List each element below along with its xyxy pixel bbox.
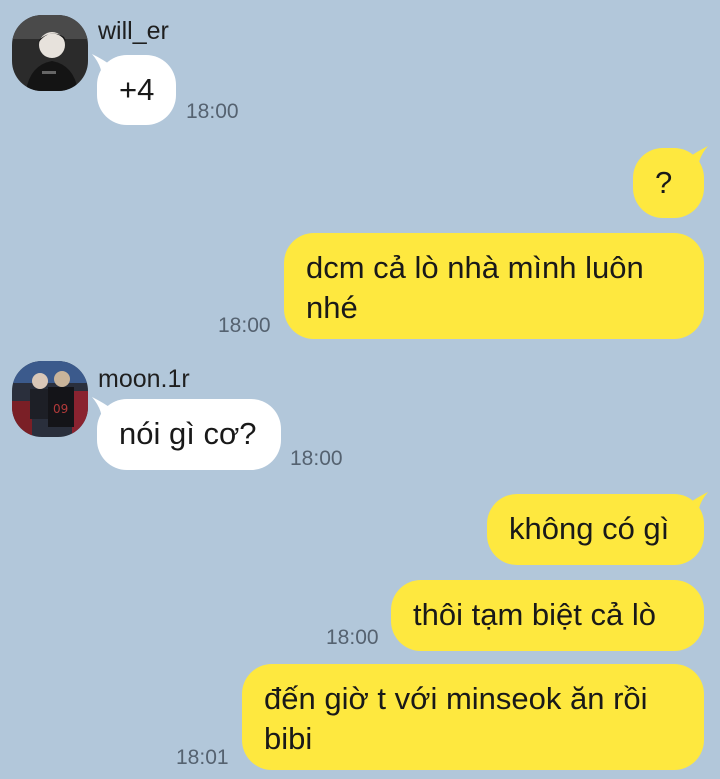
sender-name: will_er bbox=[98, 17, 169, 45]
svg-text:09: 09 bbox=[53, 402, 68, 416]
message-text-line: bibi bbox=[264, 721, 313, 756]
message-bubble[interactable]: +4 bbox=[97, 55, 176, 125]
message-timestamp: 18:00 bbox=[218, 314, 271, 337]
message-timestamp: 18:00 bbox=[290, 447, 343, 470]
message-bubble[interactable]: ? bbox=[633, 148, 704, 218]
message-text-line: dcm cả lò nhà mình luôn bbox=[306, 250, 644, 285]
message-bubble[interactable]: thôi tạm biệt cả lò bbox=[391, 580, 704, 651]
message-text-line: đến giờ t với minseok ăn rồi bbox=[264, 681, 648, 716]
message-bubble[interactable]: nói gì cơ? bbox=[97, 399, 281, 470]
message-timestamp: 18:00 bbox=[326, 626, 379, 649]
message-bubble[interactable]: dcm cả lò nhà mình luôn nhé bbox=[284, 233, 704, 339]
message-bubble[interactable]: đến giờ t với minseok ăn rồi bibi bbox=[242, 664, 704, 770]
message-text: nói gì cơ? bbox=[119, 416, 257, 451]
message-text: thôi tạm biệt cả lò bbox=[413, 597, 656, 632]
message-timestamp: 18:00 bbox=[186, 100, 239, 123]
message-bubble[interactable]: không có gì bbox=[487, 494, 704, 565]
avatar[interactable] bbox=[12, 15, 88, 91]
message-text: không có gì bbox=[509, 511, 670, 546]
message-timestamp: 18:01 bbox=[176, 746, 229, 769]
message-text: ? bbox=[655, 165, 673, 200]
message-text: +4 bbox=[119, 72, 155, 107]
avatar[interactable]: 09 bbox=[12, 361, 88, 437]
message-text-line: nhé bbox=[306, 290, 358, 325]
sender-name: moon.1r bbox=[98, 365, 190, 393]
